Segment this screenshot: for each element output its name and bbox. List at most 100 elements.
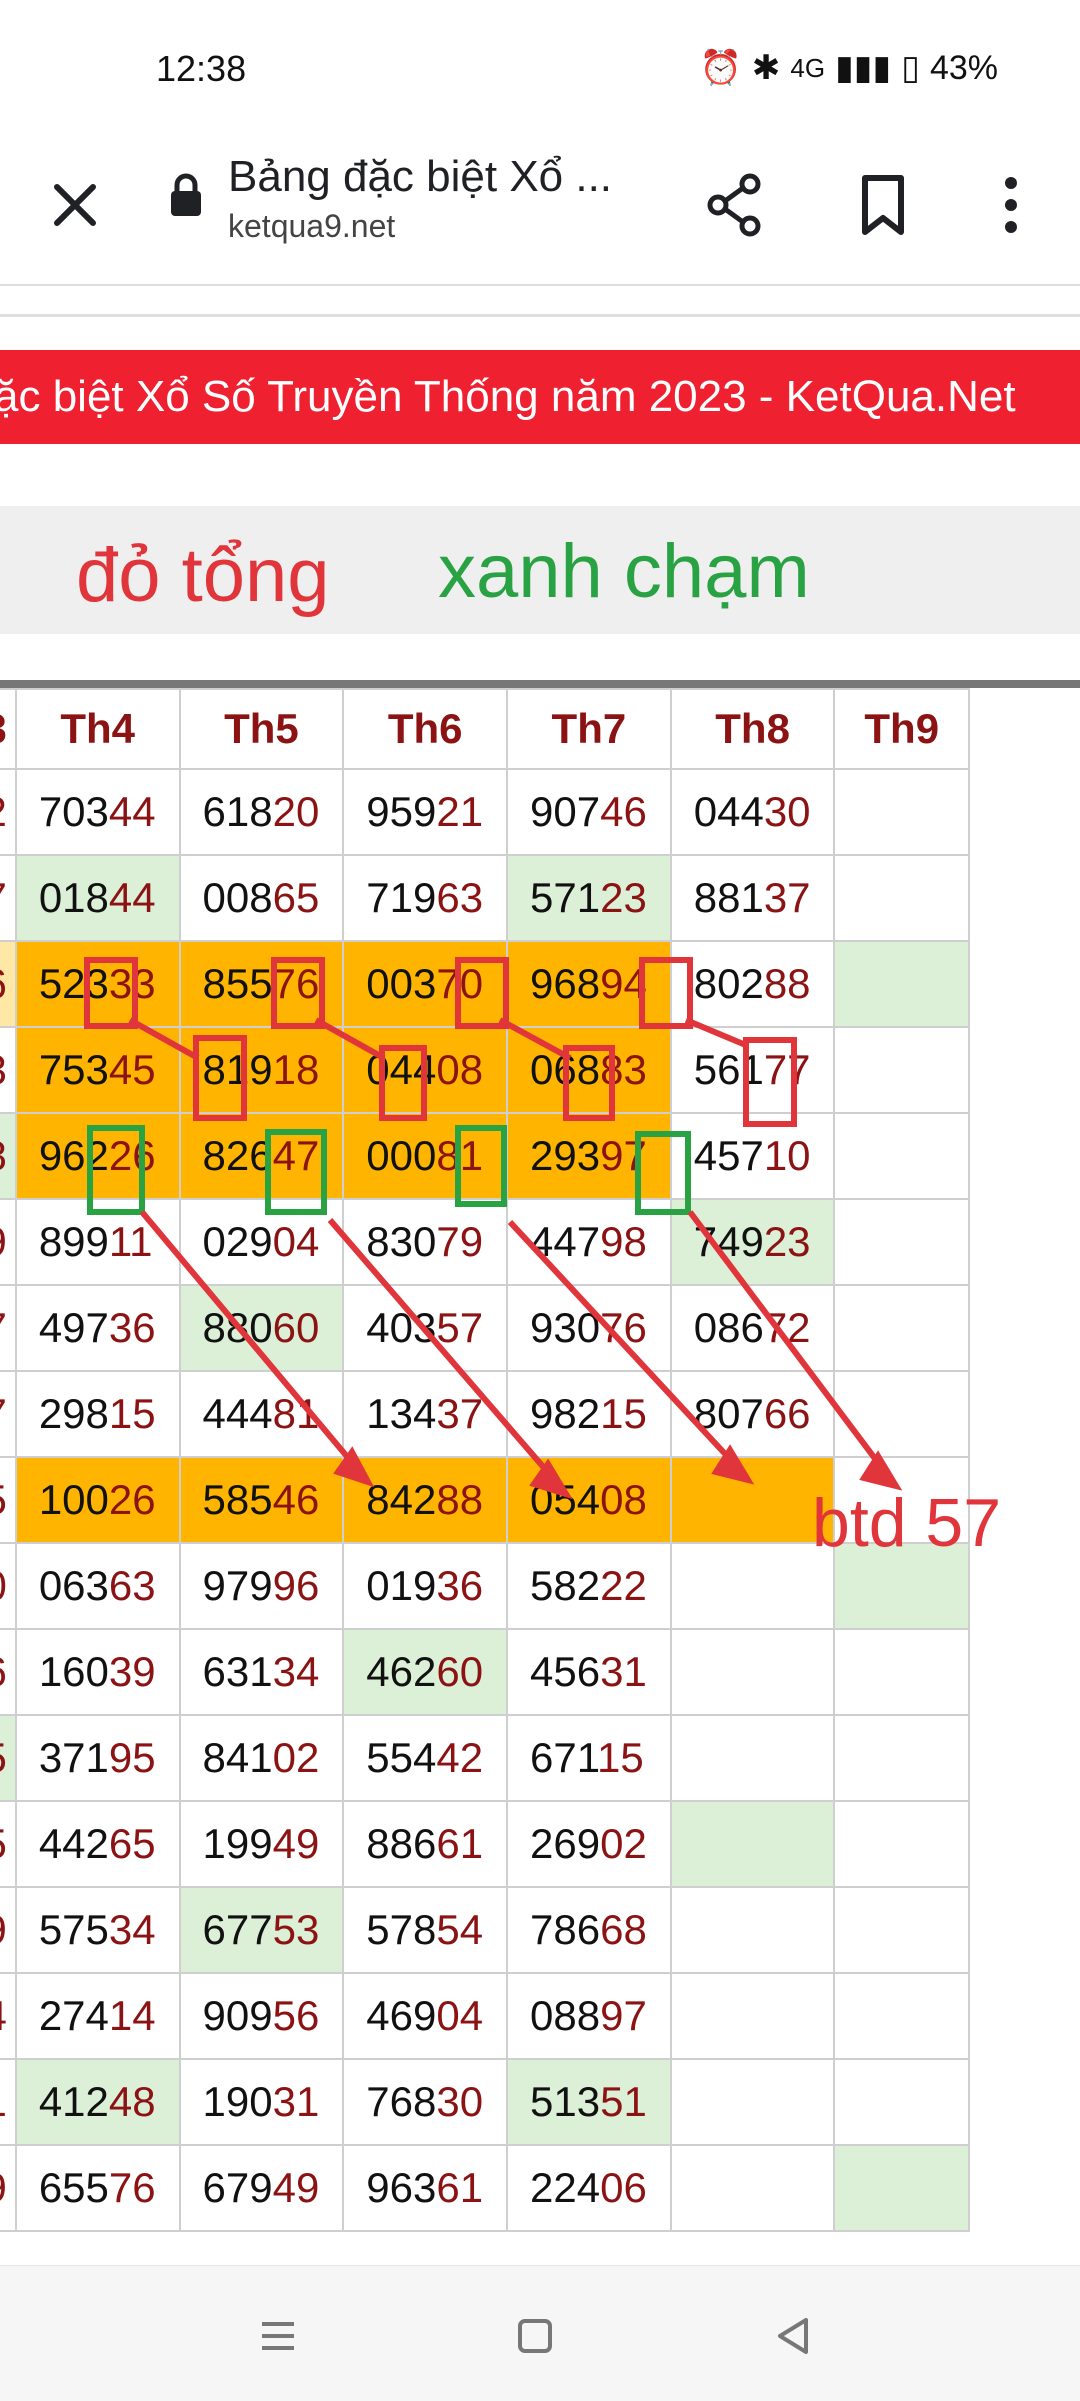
cell-value: 96361 bbox=[366, 2164, 484, 2211]
table-row: 02 70344 61820 95921 90746 04430 bbox=[0, 768, 970, 856]
table-cell: 90956 bbox=[178, 1972, 345, 2060]
table-header-row: 3Th4Th5Th6Th7Th8Th9 bbox=[0, 688, 970, 770]
cell-value: 04430 bbox=[693, 788, 811, 835]
table-cell bbox=[669, 1972, 836, 2060]
bookmark-icon[interactable] bbox=[848, 170, 918, 240]
cell-value: 81 bbox=[0, 2078, 7, 2125]
table-cell: 88661 bbox=[342, 1800, 509, 1888]
close-icon[interactable] bbox=[40, 170, 110, 240]
table-row: 95 37195 84102 55442 67115 bbox=[0, 1714, 970, 1802]
table-row: 87 29815 44481 13437 98215 80766 bbox=[0, 1370, 970, 1458]
table-cell: 05408 bbox=[506, 1456, 672, 1544]
cell-value: 51351 bbox=[530, 2078, 647, 2125]
cell-value: 00370 bbox=[366, 960, 484, 1007]
cell-value: 02904 bbox=[202, 1218, 320, 1265]
cell-value: 04408 bbox=[366, 1046, 484, 1093]
cell-value: 19 bbox=[0, 1218, 7, 1265]
table-cell bbox=[833, 1112, 970, 1200]
cell-value: 52333 bbox=[38, 960, 156, 1007]
cell-value: 05 bbox=[0, 1476, 7, 1523]
table-cell: 22406 bbox=[506, 2144, 672, 2232]
table-cell: 88137 bbox=[669, 854, 836, 942]
cell-value: 00081 bbox=[366, 1132, 484, 1179]
home-icon[interactable] bbox=[505, 2306, 565, 2366]
legend: đỏ tổng xanh chạm bbox=[0, 506, 1080, 634]
cell-value: 61820 bbox=[202, 788, 320, 835]
table-cell: 29397 bbox=[506, 1112, 672, 1200]
table-cell: 02904 bbox=[178, 1198, 345, 1286]
cell-value: 20 bbox=[0, 1562, 7, 1609]
table-cell: 00370 bbox=[342, 940, 509, 1028]
table-cell: 06883 bbox=[506, 1026, 672, 1114]
cell-value: 81918 bbox=[202, 1046, 320, 1093]
cell-value: 57534 bbox=[38, 1906, 156, 1953]
cell-value: 96226 bbox=[38, 1132, 156, 1179]
table-cell bbox=[833, 1800, 970, 1888]
table-cell: 58546 bbox=[178, 1456, 345, 1544]
results-grid: 3Th4Th5Th6Th7Th8Th9 02 70344 61820 95921 907… bbox=[0, 688, 970, 2232]
table-cell: 85576 bbox=[178, 940, 345, 1028]
table-cell: 65576 bbox=[14, 2144, 181, 2232]
table-row: 76 16039 63134 46260 45631 bbox=[0, 1628, 970, 1716]
table-cell: 63134 bbox=[178, 1628, 345, 1716]
cell-value: 90746 bbox=[530, 788, 647, 835]
table-cell: 41248 bbox=[14, 2058, 181, 2146]
table-cell: 87 bbox=[0, 1370, 17, 1458]
table-cell: 19031 bbox=[178, 2058, 345, 2146]
table-cell: 81918 bbox=[178, 1026, 345, 1114]
cell-value: 83079 bbox=[366, 1218, 484, 1265]
cell-value: 02 bbox=[0, 788, 7, 835]
table-cell bbox=[669, 1456, 836, 1544]
column-header: Th4 bbox=[14, 688, 181, 770]
table-cell: 10026 bbox=[14, 1456, 181, 1544]
table-cell bbox=[833, 2058, 970, 2146]
table-row: 43 75345 81918 04408 06883 56177 bbox=[0, 1026, 970, 1114]
table-cell: 57123 bbox=[506, 854, 672, 942]
table-cell: 08672 bbox=[669, 1284, 836, 1372]
cell-value: 08672 bbox=[693, 1304, 811, 1351]
cell-value: 70344 bbox=[38, 788, 156, 835]
cell-value: 43 bbox=[0, 1046, 7, 1093]
cell-value: 95 bbox=[0, 1734, 7, 1781]
cell-value: 13437 bbox=[366, 1390, 484, 1437]
browser-toolbar: Bảng đặc biệt Xổ ... ketqua9.net bbox=[0, 140, 1080, 280]
cell-value: 90956 bbox=[202, 1992, 320, 2039]
page-title: Bảng đặc biệt Xổ ... bbox=[228, 152, 613, 201]
column-header: Th6 bbox=[342, 688, 509, 770]
cell-value: 45710 bbox=[693, 1132, 811, 1179]
table-cell bbox=[833, 940, 970, 1028]
share-icon[interactable] bbox=[700, 170, 770, 240]
table-cell: 29815 bbox=[14, 1370, 181, 1458]
more-options-icon[interactable] bbox=[976, 170, 1046, 240]
url-bar[interactable]: Bảng đặc biệt Xổ ... ketqua9.net bbox=[228, 152, 648, 245]
cell-value: 95921 bbox=[366, 788, 484, 835]
status-bar: 12:38 ⏰ ✱ 4G ▮▮▮ ▯ 43% bbox=[0, 0, 1080, 140]
menu-icon[interactable] bbox=[248, 2306, 308, 2366]
banner-text: ặc biệt Xổ Số Truyền Thống năm 2023 - Ke… bbox=[0, 372, 1016, 421]
table-cell: 96361 bbox=[342, 2144, 509, 2232]
table-row: 79 57534 67753 57854 78668 bbox=[0, 1886, 970, 1974]
cell-value: 88661 bbox=[366, 1820, 484, 1867]
alarm-icon: ⏰ bbox=[699, 49, 742, 87]
cell-value: 96894 bbox=[530, 960, 647, 1007]
table-cell: 61820 bbox=[178, 768, 345, 856]
cell-value: 74923 bbox=[693, 1218, 811, 1265]
cell-value: 06363 bbox=[38, 1562, 156, 1609]
cell-value: 10026 bbox=[38, 1476, 156, 1523]
table-cell bbox=[669, 1800, 836, 1888]
table-cell: 95921 bbox=[342, 768, 509, 856]
cell-value: 46260 bbox=[366, 1648, 484, 1695]
cell-value: 44481 bbox=[202, 1390, 320, 1437]
table-cell: 76 bbox=[0, 1628, 17, 1716]
battery-icon: ▯ bbox=[901, 49, 920, 87]
table-row: 89 65576 67949 96361 22406 bbox=[0, 2144, 970, 2232]
cell-value: 57123 bbox=[530, 874, 647, 921]
cell-value: 88137 bbox=[693, 874, 811, 921]
table-cell: 67949 bbox=[178, 2144, 345, 2232]
cell-value: 75345 bbox=[38, 1046, 156, 1093]
signal-icon: 4G bbox=[790, 52, 826, 83]
table-cell bbox=[833, 1370, 970, 1458]
status-time: 12:38 bbox=[156, 48, 247, 89]
cell-value: 76 bbox=[0, 1648, 7, 1695]
back-icon[interactable] bbox=[764, 2306, 824, 2366]
